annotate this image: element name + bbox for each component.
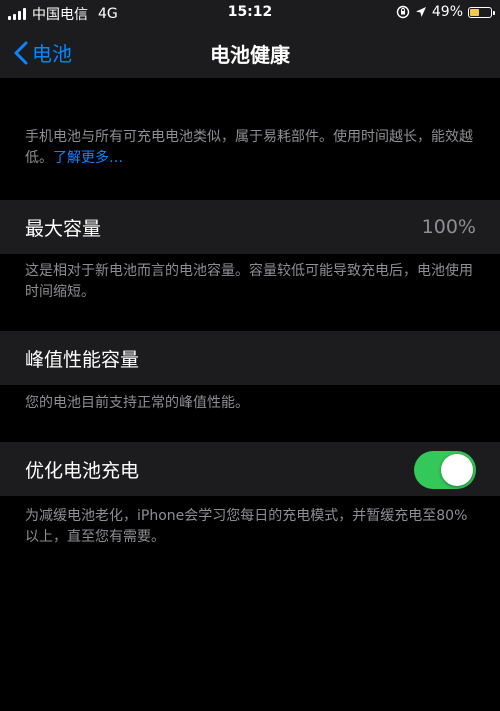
optimized-charging-toggle[interactable] <box>414 451 476 489</box>
battery-percent: 49% <box>431 4 463 20</box>
toggle-knob <box>441 454 473 486</box>
status-right: 49% <box>396 4 495 20</box>
location-arrow-icon <box>415 7 426 17</box>
max-capacity-value: 100% <box>421 216 476 238</box>
intro-description: 手机电池与所有可充电电池类似，属于易耗部件。使用时间越长，能效越低。了解更多… <box>25 127 480 169</box>
battery-fill <box>470 8 479 16</box>
optimized-charging-description: 为减缓电池老化，iPhone会学习您每日的充电模式，并暂缓充电至80%以上，直至… <box>25 508 468 545</box>
navigation-bar: 电池 电池健康 <box>0 26 500 78</box>
max-capacity-description: 这是相对于新电池而言的电池容量。容量较低可能导致充电后，电池使用时间缩短。 <box>25 263 473 300</box>
status-bar: 中国电信 4G 15:12 49% <box>0 0 500 26</box>
battery-icon <box>468 6 495 18</box>
peak-performance-description: 您的电池目前支持正常的峰值性能。 <box>25 395 249 411</box>
optimized-charging-row: 优化电池充电 <box>0 442 500 496</box>
peak-performance-label: 峰值性能容量 <box>25 348 140 371</box>
max-capacity-label: 最大容量 <box>25 217 102 240</box>
peak-performance-row: 峰值性能容量 <box>0 331 500 385</box>
page-title: 电池健康 <box>210 43 290 67</box>
optimized-charging-label: 优化电池充电 <box>25 459 140 482</box>
max-capacity-row: 最大容量 100% <box>0 200 500 254</box>
orientation-lock-icon <box>396 5 410 19</box>
learn-more-link[interactable]: 了解更多… <box>53 150 123 166</box>
